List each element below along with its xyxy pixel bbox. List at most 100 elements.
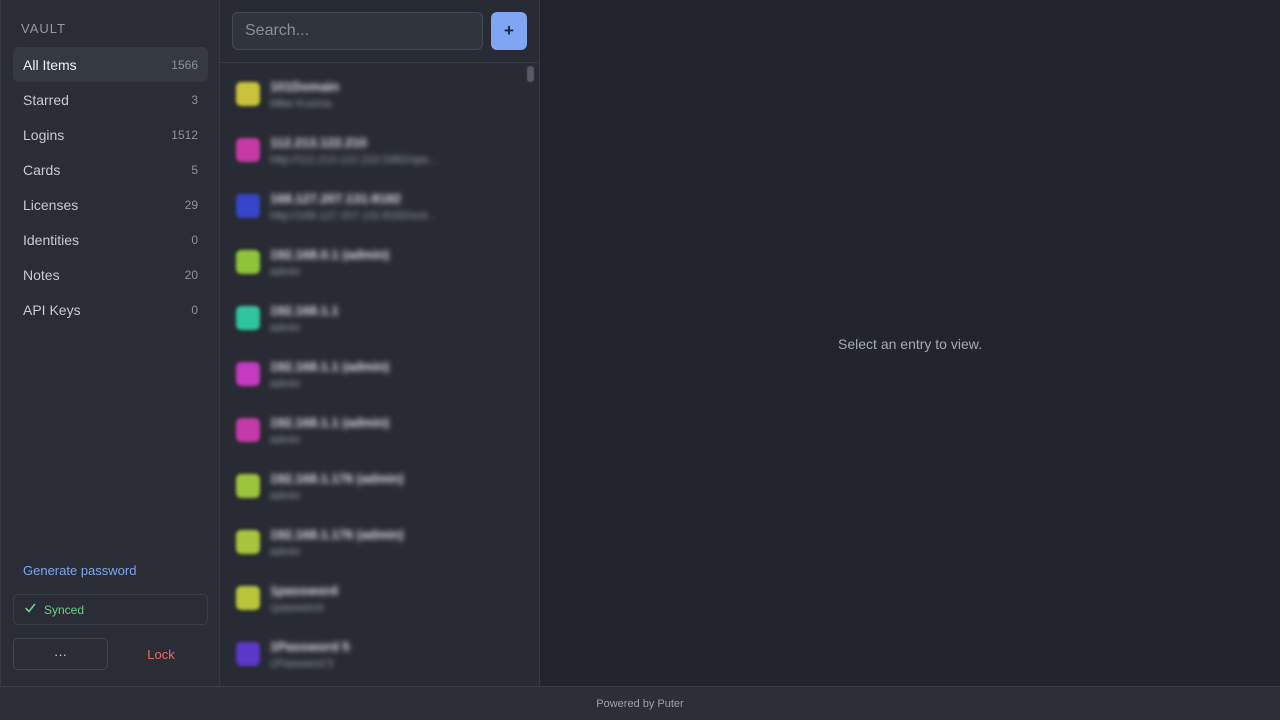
lock-button[interactable]: Lock <box>119 638 203 670</box>
footer: Powered by Puter <box>0 686 1280 720</box>
search-input[interactable] <box>245 22 482 40</box>
sidebar-item-identities[interactable]: Identities 0 <box>13 222 208 257</box>
sidebar-item-count: 1512 <box>171 127 198 142</box>
entry-title: 192.168.0.1 (admin) <box>270 246 390 262</box>
sidebar-item-label: Licenses <box>23 196 79 213</box>
list-scrollbar[interactable] <box>520 63 540 686</box>
entry-text: 192.168.1.1 (admin) admin <box>270 359 389 390</box>
divider <box>220 62 540 63</box>
search-box[interactable] <box>232 12 483 50</box>
list-item[interactable]: 192.168.0.1 (admin) admin <box>220 234 520 290</box>
entry-text: 192.168.1.176 (admin) admin <box>270 527 404 558</box>
entry-subtitle: 1password <box>270 601 324 614</box>
detail-panel: Select an entry to view. <box>540 0 1280 686</box>
sidebar-item-starred[interactable]: Starred 3 <box>13 82 208 117</box>
entry-avatar-icon <box>236 250 260 274</box>
entry-avatar-icon <box>236 82 260 106</box>
entry-title: 192.168.1.1 <box>270 302 339 318</box>
more-options-button[interactable]: ··· <box>13 638 108 670</box>
sidebar-item-count: 0 <box>191 302 198 317</box>
entry-text: 168.127.207.131:8182 http://168.127.207.1… <box>270 191 436 222</box>
sidebar-item-count: 29 <box>184 197 198 212</box>
empty-state-message: Select an entry to view. <box>838 336 982 352</box>
add-item-button[interactable]: + <box>491 12 527 50</box>
sidebar-item-count: 5 <box>191 162 198 177</box>
entry-avatar-icon <box>236 194 260 218</box>
entry-subtitle: Mike Kuoma <box>270 97 332 110</box>
entry-avatar-icon <box>236 362 260 386</box>
entry-text: 112.213.122.210 http://112.213.122.210:33… <box>270 135 437 166</box>
entry-title: 112.213.122.210 <box>270 134 367 150</box>
list-item[interactable]: 1Password 5 1Password 5 <box>220 626 520 682</box>
sidebar-item-count: 1566 <box>171 57 198 72</box>
entry-avatar-icon <box>236 530 260 554</box>
entry-avatar-icon <box>236 474 260 498</box>
sidebar-item-label: All Items <box>23 56 77 73</box>
powered-by-label: Powered by Puter <box>596 697 684 710</box>
list-item[interactable]: 112.213.122.210 http://112.213.122.210:33… <box>220 122 520 178</box>
scrollbar-thumb[interactable] <box>527 66 534 82</box>
sidebar-item-cards[interactable]: Cards 5 <box>13 152 208 187</box>
sidebar-item-all-items[interactable]: All Items 1566 <box>13 47 208 82</box>
entry-subtitle: http://168.127.207.131:8182/ord... <box>270 209 436 222</box>
sidebar-item-licenses[interactable]: Licenses 29 <box>13 187 208 222</box>
entry-subtitle: admin <box>270 489 300 502</box>
sync-status: Synced <box>13 594 208 625</box>
entry-text: 192.168.1.1 (admin) admin <box>270 415 389 446</box>
entry-text: 1Password 5 1Password 5 <box>270 639 350 670</box>
generate-password-link[interactable]: Generate password <box>23 563 136 578</box>
entry-subtitle: http://112.213.122.210:3382/ope... <box>270 153 438 166</box>
entry-title: 101Domain <box>270 78 340 94</box>
entry-avatar-icon <box>236 418 260 442</box>
entry-text: 192.168.1.176 (admin) admin <box>270 471 404 502</box>
entry-avatar-icon <box>236 306 260 330</box>
entry-avatar-icon <box>236 138 260 162</box>
entry-subtitle: admin <box>270 321 300 334</box>
sidebar: VAULT All Items 1566 Starred 3 Logins 15… <box>0 0 220 686</box>
list-item[interactable]: 192.168.1.1 (admin) admin <box>220 346 520 402</box>
entry-subtitle: admin <box>270 545 300 558</box>
list-item[interactable]: 192.168.1.1 admin <box>220 290 520 346</box>
entry-avatar-icon <box>236 642 260 666</box>
sidebar-item-logins[interactable]: Logins 1512 <box>13 117 208 152</box>
sidebar-item-label: Identities <box>23 231 80 248</box>
entry-text: 192.168.1.1 admin <box>270 303 339 334</box>
entry-title: 192.168.1.1 (admin) <box>270 358 390 374</box>
entry-subtitle: 1Password 5 <box>270 657 334 670</box>
entry-subtitle: admin <box>270 377 300 390</box>
entry-text: 101Domain Mike Kuoma <box>270 79 339 110</box>
list-item[interactable]: 101Domain Mike Kuoma <box>220 66 520 122</box>
sidebar-item-count: 0 <box>191 232 198 247</box>
list-item[interactable]: 1password 1password <box>220 570 520 626</box>
sidebar-item-label: Starred <box>23 91 69 108</box>
entry-text: 192.168.0.1 (admin) admin <box>270 247 389 278</box>
entry-title: 1password <box>270 582 338 598</box>
sidebar-item-label: Logins <box>23 126 65 143</box>
sidebar-item-count: 20 <box>184 267 198 282</box>
list-item[interactable]: 168.127.207.131:8182 http://168.127.207.1… <box>220 178 520 234</box>
category-nav: All Items 1566 Starred 3 Logins 1512 Car… <box>13 47 208 327</box>
sidebar-item-label: Notes <box>23 266 60 283</box>
entry-title: 1Password 5 <box>270 638 350 654</box>
entry-list-panel: + 101Domain Mike Kuoma 112.213.122.210 http… <box>220 0 540 686</box>
app-window: VAULT All Items 1566 Starred 3 Logins 15… <box>0 0 1280 686</box>
sidebar-item-notes[interactable]: Notes 20 <box>13 257 208 292</box>
entry-subtitle: admin <box>270 433 300 446</box>
sidebar-item-count: 3 <box>191 92 198 107</box>
sidebar-item-label: Cards <box>23 161 61 178</box>
entry-title: 168.127.207.131:8182 <box>270 190 401 206</box>
entry-text: 1password 1password <box>270 583 338 614</box>
check-icon <box>24 602 36 617</box>
entry-list: 101Domain Mike Kuoma 112.213.122.210 http:/… <box>220 66 520 682</box>
entry-title: 192.168.1.1 (admin) <box>270 414 390 430</box>
list-item[interactable]: 192.168.1.1 (admin) admin <box>220 402 520 458</box>
entry-avatar-icon <box>236 586 260 610</box>
sidebar-item-label: API Keys <box>23 301 81 318</box>
entry-subtitle: admin <box>270 265 300 278</box>
list-item[interactable]: 192.168.1.176 (admin) admin <box>220 514 520 570</box>
entry-title: 192.168.1.176 (admin) <box>270 470 404 486</box>
sidebar-item-api-keys[interactable]: API Keys 0 <box>13 292 208 327</box>
entry-title: 192.168.1.176 (admin) <box>270 526 404 542</box>
sync-status-label: Synced <box>44 602 85 617</box>
list-item[interactable]: 192.168.1.176 (admin) admin <box>220 458 520 514</box>
